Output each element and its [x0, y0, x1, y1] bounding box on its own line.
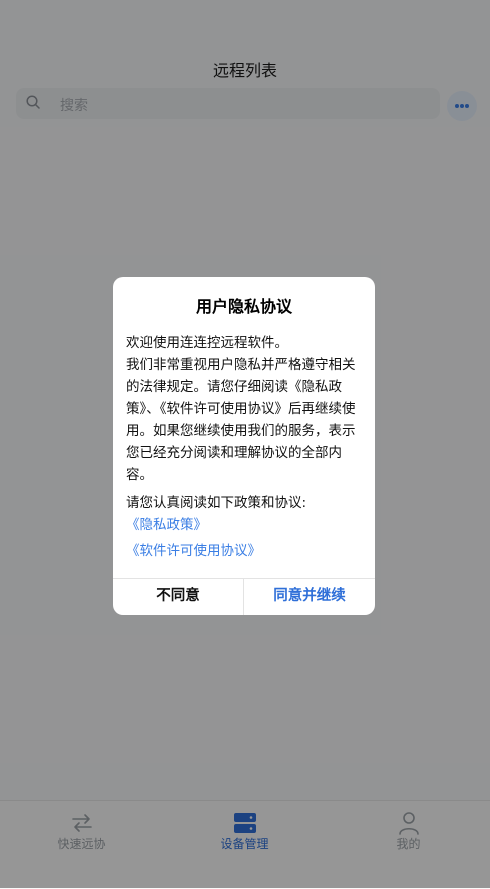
dialog-body-text: 欢迎使用连连控远程软件。 我们非常重视用户隐私并严格遵守相关的法律规定。请您仔细…	[126, 332, 366, 486]
decline-button[interactable]: 不同意	[113, 578, 243, 615]
privacy-agreement-dialog: 用户隐私协议 欢迎使用连连控远程软件。 我们非常重视用户隐私并严格遵守相关的法律…	[113, 277, 375, 615]
privacy-policy-link[interactable]: 《隐私政策》	[126, 514, 207, 536]
license-agreement-link[interactable]: 《软件许可使用协议》	[126, 540, 261, 562]
accept-continue-button[interactable]: 同意并继续	[244, 578, 375, 615]
dialog-title: 用户隐私协议	[195, 297, 292, 316]
dialog-body-paragraph: 欢迎使用连连控远程软件。 我们非常重视用户隐私并严格遵守相关的法律规定。请您仔细…	[126, 335, 356, 483]
dialog-notice: 请您认真阅读如下政策和协议:	[126, 495, 307, 511]
